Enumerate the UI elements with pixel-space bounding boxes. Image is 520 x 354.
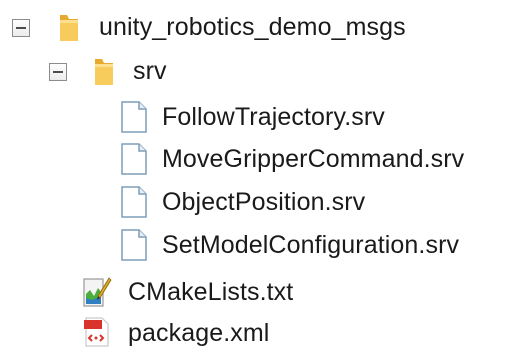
tree-node-label: unity_robotics_demo_msgs [99,13,406,41]
file-label: FollowTrajectory.srv [162,103,385,131]
file-label: SetModelConfiguration.srv [162,231,460,259]
file-item-move-gripper-command[interactable]: MoveGripperCommand.srv [0,139,520,179]
file-item-follow-trajectory[interactable]: FollowTrajectory.srv [0,97,520,137]
folder-icon [60,15,78,41]
collapse-toggle-icon[interactable] [49,63,67,81]
file-label: CMakeLists.txt [128,278,294,306]
file-item-package-xml[interactable]: package.xml [0,313,520,353]
xml-file-icon [84,317,109,347]
text-file-icon [121,143,147,175]
text-file-icon [121,229,147,261]
file-item-object-position[interactable]: ObjectPosition.srv [0,182,520,222]
file-label: MoveGripperCommand.srv [162,145,465,173]
tree-node-label: srv [133,57,167,85]
tree-node-root[interactable]: unity_robotics_demo_msgs [0,8,520,48]
tree-node-srv-folder[interactable]: srv [0,52,520,92]
folder-icon [95,59,113,85]
text-file-icon [121,186,147,218]
file-item-cmakelists[interactable]: CMakeLists.txt [0,272,520,312]
cmake-file-icon [83,277,112,307]
file-label: ObjectPosition.srv [162,188,366,216]
text-file-icon [121,101,147,133]
collapse-toggle-icon[interactable] [12,19,30,37]
file-label: package.xml [128,319,270,347]
file-tree: unity_robotics_demo_msgs srv FollowTraje… [0,0,520,354]
file-item-set-model-configuration[interactable]: SetModelConfiguration.srv [0,225,520,265]
